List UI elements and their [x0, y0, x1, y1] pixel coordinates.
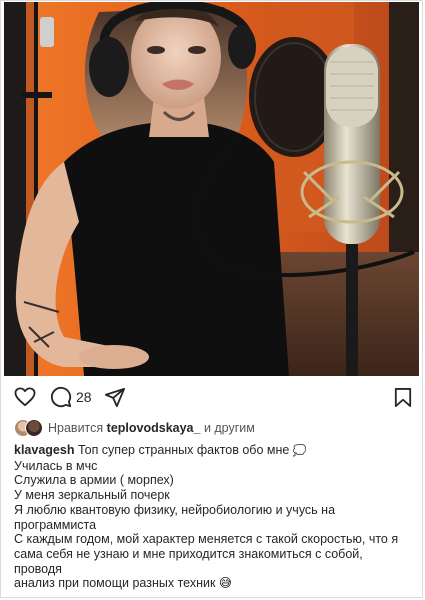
- post-photo[interactable]: [4, 2, 419, 376]
- save-button[interactable]: [394, 386, 412, 408]
- caption-author[interactable]: klavagesh: [14, 443, 74, 457]
- caption-text: Топ супер странных фактов обо мне: [77, 443, 290, 457]
- caption-line: сама себя не узнаю и мне приходится знак…: [14, 546, 363, 576]
- thought-bubble-icon: 💭: [292, 445, 307, 457]
- caption-line: Служила в армии ( морпех): [14, 473, 174, 488]
- caption-line: анализ при помощи разных техник 😅: [14, 576, 232, 591]
- studio-photo-illustration: [4, 2, 419, 376]
- avatar: [25, 419, 43, 437]
- send-icon: [104, 387, 126, 407]
- caption-line: Я люблю квантовую физику, нейробиологию …: [14, 502, 336, 517]
- comment-count: 28: [76, 389, 92, 405]
- likes-suffix[interactable]: и другим: [204, 421, 255, 435]
- liker-username[interactable]: teplovodskaya_: [107, 421, 201, 435]
- caption-line: У меня зеркальный почерк: [14, 488, 170, 503]
- bookmark-icon: [394, 387, 412, 407]
- caption-line: программиста: [14, 517, 97, 532]
- post-caption: klavagesh Топ супер странных фактов обо …: [14, 443, 414, 591]
- heart-icon: [14, 387, 36, 407]
- liker-avatars: [14, 419, 44, 437]
- post-action-bar: 28: [0, 382, 425, 412]
- caption-line: С каждым годом, мой характер меняется с …: [14, 532, 399, 547]
- caption-line: Училась в мчс: [14, 458, 98, 473]
- comment-button[interactable]: 28: [50, 386, 92, 408]
- like-button[interactable]: [14, 386, 36, 408]
- comment-icon: [50, 386, 72, 408]
- caption-line-1: klavagesh Топ супер странных фактов обо …: [14, 443, 414, 459]
- share-button[interactable]: [104, 386, 126, 408]
- likes-prefix: Нравится: [48, 421, 104, 435]
- likes-summary[interactable]: Нравится teplovodskaya_ и другим: [14, 418, 255, 438]
